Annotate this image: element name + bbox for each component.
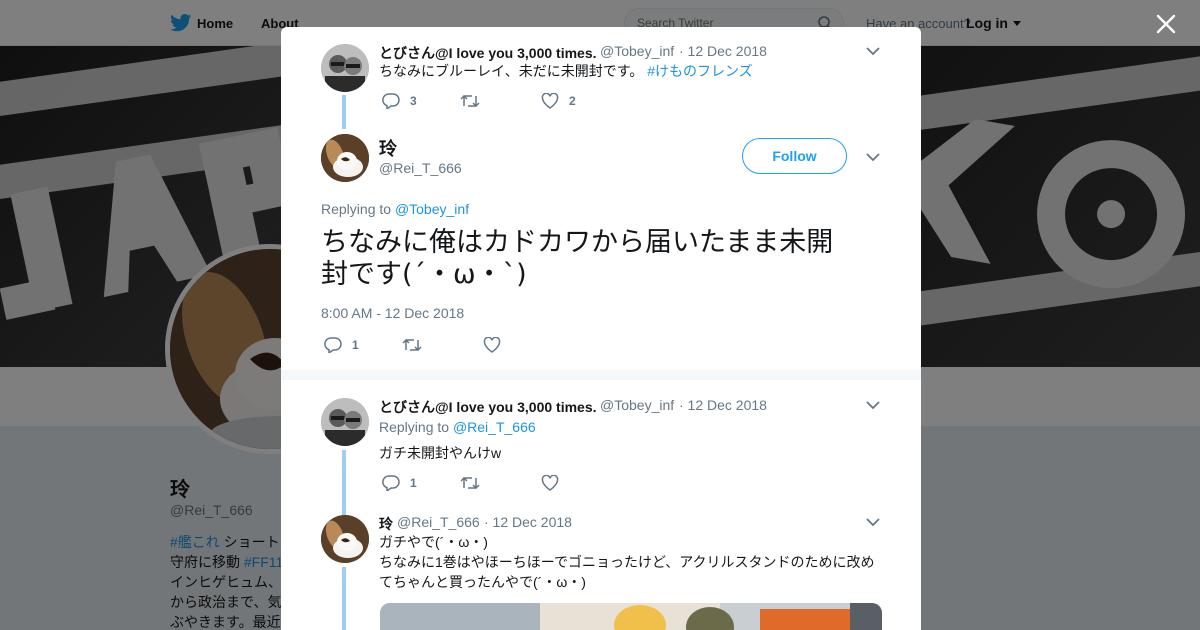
tweet-text: ちなみにブルーレイ、未だに未開封です。 #けものフレンズ [379, 63, 753, 79]
tweet-date[interactable]: · 12 Dec 2018 [679, 43, 767, 59]
main-tweet-text-line: 封です(´・ω・`) [321, 259, 527, 290]
chevron-down-icon[interactable] [866, 153, 880, 162]
chevron-down-icon[interactable] [866, 47, 880, 56]
thread-connector-line [342, 567, 346, 630]
avatar[interactable] [321, 134, 369, 182]
retweet-icon [460, 476, 480, 490]
avatar[interactable] [321, 515, 369, 563]
avatar[interactable] [321, 44, 369, 92]
replying-to-handle-link[interactable]: @Rei_T_666 [453, 419, 536, 435]
main-tweet-author-handle[interactable]: @Rei_T_666 [379, 160, 462, 176]
avatar-photo-tobey [321, 44, 369, 92]
close-icon[interactable] [1154, 12, 1178, 36]
reply-icon [382, 93, 400, 109]
tweet-date[interactable]: · 12 Dec 2018 [484, 514, 572, 530]
tweet-text: ガチやで(´・ω・) ちなみに1巻はやほーちほーでゴニョったけど、アクリルスタン… [379, 532, 875, 592]
reply-count: 1 [352, 338, 359, 352]
like-action[interactable]: 2 [541, 93, 576, 109]
replying-to-handle-link[interactable]: @Tobey_inf [395, 201, 469, 217]
avatar[interactable] [321, 398, 369, 446]
tweet-text: ガチ未開封やんけw [379, 445, 502, 461]
retweet-action[interactable] [402, 337, 432, 353]
reply-action[interactable]: 3 [382, 93, 417, 109]
thread-connector-line [342, 95, 346, 129]
like-icon [483, 337, 501, 353]
tweet-author-handle[interactable]: @Tobey_inf [600, 43, 674, 59]
replying-to: Replying to @Rei_T_666 [379, 419, 536, 435]
reply-icon [324, 337, 342, 353]
retweet-icon [402, 338, 422, 352]
reply-count: 3 [410, 94, 417, 108]
tweet-text-line: てちゃんと買ったんやで(´・ω・) [379, 574, 586, 590]
tweet-author-name[interactable]: とびさん@I love you 3,000 times. [379, 397, 597, 417]
tweet-media-image[interactable] [380, 603, 882, 630]
main-tweet-text-line: ちなみに俺はカドカワから届いたまま未開 [321, 227, 834, 258]
reply-icon [382, 475, 400, 491]
chevron-down-icon[interactable] [866, 401, 880, 410]
tweet-author-handle[interactable]: @Tobey_inf [600, 397, 674, 413]
thread-connector-line [342, 450, 346, 525]
tweet-text-line: ガチやで(´・ω・) [379, 534, 488, 550]
tweet-permalink-modal: とびさん@I love you 3,000 times. @Tobey_inf … [281, 27, 921, 630]
retweet-action[interactable] [460, 93, 490, 109]
hashtag-link[interactable]: #けものフレンズ [647, 63, 753, 79]
like-count: 2 [569, 94, 576, 108]
replying-to: Replying to @Tobey_inf [321, 201, 470, 217]
reply-count: 1 [410, 476, 417, 490]
tweet-date[interactable]: · 12 Dec 2018 [679, 397, 767, 413]
avatar-photo-tobey [321, 398, 369, 446]
retweet-action[interactable] [460, 475, 490, 491]
like-icon [541, 93, 559, 109]
tweet-author-name[interactable]: とびさん@I love you 3,000 times. [379, 43, 597, 63]
tweet-author-name[interactable]: 玲 [379, 514, 393, 534]
avatar-photo-rei [321, 515, 369, 563]
tweet-media-photo [380, 603, 882, 630]
tweet-text-line: ちなみに1巻はやほーちほーでゴニョったけど、アクリルスタンドのために改め [379, 554, 875, 570]
main-tweet-text: ちなみに俺はカドカワから届いたまま未開 封です(´・ω・`) [321, 227, 881, 291]
reply-action[interactable]: 1 [382, 475, 417, 491]
like-action[interactable] [483, 337, 511, 353]
main-tweet-author-name[interactable]: 玲 [379, 135, 397, 161]
retweet-icon [460, 94, 480, 108]
replies-divider [281, 370, 921, 380]
follow-button[interactable]: Follow [742, 138, 847, 174]
reply-action[interactable]: 1 [324, 337, 359, 353]
tweet-author-handle[interactable]: @Rei_T_666 [397, 514, 480, 530]
like-action[interactable] [541, 475, 569, 491]
main-tweet-timestamp[interactable]: 8:00 AM - 12 Dec 2018 [321, 305, 464, 321]
chevron-down-icon[interactable] [866, 518, 880, 527]
avatar-photo-rei [321, 134, 369, 182]
like-icon [541, 475, 559, 491]
